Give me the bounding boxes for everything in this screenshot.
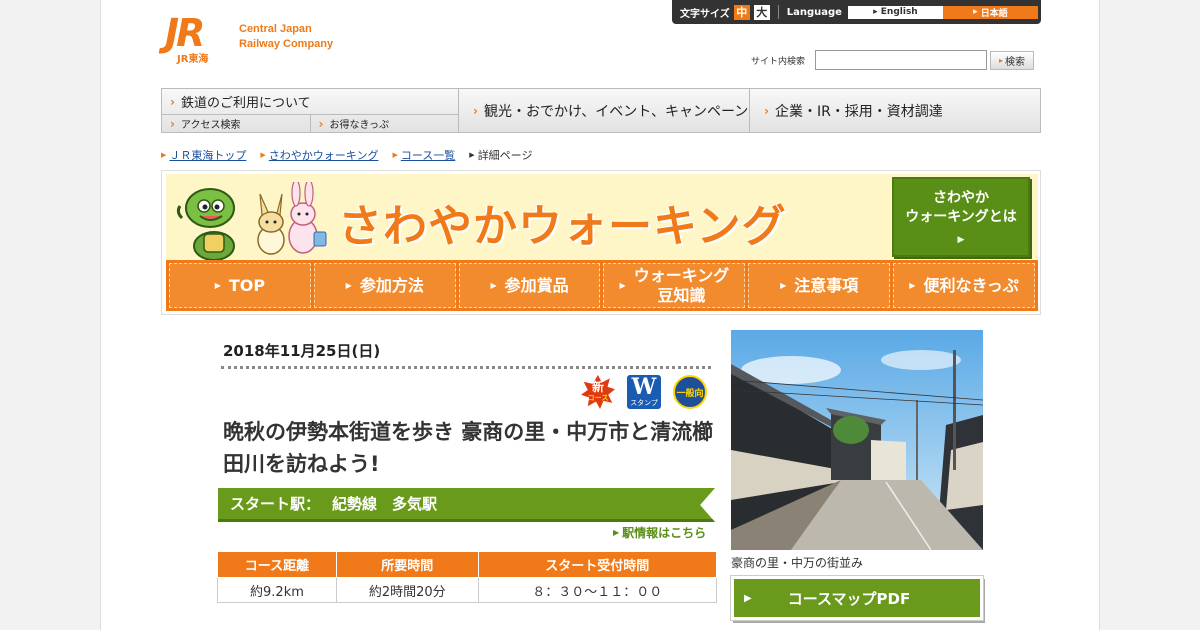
walking-banner: さわやかウォーキング さわやか ウォーキングとは ▶ ▶ TOP ▶ 参加方法 ▶ 参… xyxy=(161,170,1041,315)
table-row: 約9.2km 約2時間20分 ８：３０～１１：００ xyxy=(217,577,718,603)
start-station-bar: スタート駅： 紀勢線 多気駅 xyxy=(218,488,715,522)
walking-sub-nav: ▶ TOP ▶ 参加方法 ▶ 参加賞品 ▶ ウォーキング 豆知識 ▶ 注意事項 ▶ 便利なきっ… xyxy=(166,260,1038,311)
triangle-icon: ▸ xyxy=(999,55,1004,65)
font-size-large-button[interactable]: 大 xyxy=(753,4,770,20)
photo-caption: 豪商の里・中万の街並み xyxy=(731,556,864,570)
new-course-badge-icon: 新コース xyxy=(581,375,615,409)
mascot-characters-illustration xyxy=(176,182,327,261)
start-station-name: 紀勢線 多気駅 xyxy=(332,495,438,513)
gnav-rail-use[interactable]: › 鉄道のご利用について xyxy=(162,89,458,116)
snav-notes[interactable]: ▶ 注意事項 xyxy=(748,263,891,308)
townscape-photo xyxy=(731,330,983,550)
course-map-pdf-button[interactable]: ▶ コースマップPDF xyxy=(730,575,984,621)
table-header-row: コース距離 所要時間 スタート受付時間 xyxy=(217,551,718,578)
station-info-link[interactable]: ▶ 駅情報はこちら xyxy=(613,524,706,541)
language-japanese-button[interactable]: ▸ 日本語 xyxy=(942,5,1038,19)
chevron-right-icon: › xyxy=(170,116,175,131)
triangle-icon: ▶ xyxy=(214,280,221,290)
chevron-right-icon: › xyxy=(170,94,175,109)
gnav-tickets[interactable]: › お得なきっぷ xyxy=(309,115,459,132)
gnav-subs: › アクセス検索 › お得なきっぷ xyxy=(162,115,458,132)
page: JR JR東海 Central Japan Railway Company 文字… xyxy=(100,0,1100,630)
snav-how-to-join[interactable]: ▶ 参加方法 xyxy=(313,263,456,308)
course-badges: 新コース W スタンプ 一般向 xyxy=(581,375,707,409)
search-button[interactable]: ▸ 検索 xyxy=(990,50,1035,70)
jr-central-logo[interactable]: JR JR東海 Central Japan Railway Company xyxy=(165,11,334,65)
search-input[interactable] xyxy=(815,50,988,70)
gnav-corporate[interactable]: › 企業・IR・採用・資材調達 xyxy=(750,89,1040,132)
w-stamp-badge-icon: W スタンプ xyxy=(627,375,661,409)
search-label: サイト内検索 xyxy=(751,56,806,67)
font-size-label: 文字サイズ xyxy=(680,8,730,20)
chevron-right-icon: › xyxy=(473,103,478,118)
divider xyxy=(777,5,779,19)
language-english-button[interactable]: ▸ English xyxy=(847,5,943,19)
gnav-access-search[interactable]: › アクセス検索 xyxy=(162,115,310,132)
breadcrumb-item: ▶ さわやかウォーキング xyxy=(260,147,378,163)
breadcrumb: ▶ ＪＲ東海トップ ▶ さわやかウォーキング ▶ コース一覧 ▶ 詳細ページ xyxy=(161,147,532,163)
event-date: 2018年11月25日(日) xyxy=(223,342,381,360)
breadcrumb-link-jr-top[interactable]: ＪＲ東海トップ xyxy=(169,147,246,163)
table-header: コース距離 xyxy=(217,551,337,578)
triangle-icon: ▶ xyxy=(469,151,475,159)
triangle-icon: ▶ xyxy=(161,151,167,159)
font-size-medium-button[interactable]: 中 xyxy=(733,4,750,20)
course-title: 晩秋の伊勢本街道を歩き 豪商の里・中万市と清流櫛田川を訪ねよう! xyxy=(223,420,714,476)
about-walking-button[interactable]: さわやか ウォーキングとは ▶ xyxy=(892,177,1030,257)
triangle-icon: ▶ xyxy=(909,280,916,290)
breadcrumb-item: ▶ ＪＲ東海トップ xyxy=(161,147,246,163)
snav-walking-tips[interactable]: ▶ ウォーキング 豆知識 xyxy=(603,263,746,308)
table-header: 所要時間 xyxy=(335,551,479,578)
snav-walking-tips-label: ウォーキング 豆知識 xyxy=(633,265,730,305)
divider xyxy=(221,366,711,369)
course-distance: 約9.2km xyxy=(217,577,337,603)
triangle-icon: ▶ xyxy=(392,151,398,159)
breadcrumb-link-walking[interactable]: さわやかウォーキング xyxy=(269,147,379,163)
triangle-icon: ▶ xyxy=(345,280,352,290)
company-name: Central Japan Railway Company xyxy=(239,23,334,50)
global-nav: › 鉄道のご利用について › アクセス検索 › お得なきっぷ › 観光・おでかけ、イベン… xyxy=(161,88,1041,133)
start-station-label: スタート駅： xyxy=(230,495,321,513)
breadcrumb-item: ▶ コース一覧 xyxy=(392,147,455,163)
breadcrumb-link-course-list[interactable]: コース一覧 xyxy=(401,147,455,163)
course-duration: 約2時間20分 xyxy=(335,577,479,603)
snav-tickets[interactable]: ▶ 便利なきっぷ xyxy=(893,263,1035,308)
course-info-table: コース距離 所要時間 スタート受付時間 約9.2km 約2時間20分 ８：３０～… xyxy=(217,551,718,603)
snav-top[interactable]: ▶ TOP xyxy=(169,263,311,308)
walking-title: さわやかウォーキング xyxy=(338,201,787,252)
breadcrumb-current: 詳細ページ xyxy=(477,149,533,162)
jr-logo-mark: JR JR東海 xyxy=(165,11,209,65)
snav-prizes[interactable]: ▶ 参加賞品 xyxy=(458,263,601,308)
banner-header: さわやかウォーキング さわやか ウォーキングとは ▶ xyxy=(166,174,1038,261)
reception-time: ８：３０～１１：００ xyxy=(477,577,718,603)
table-header: スタート受付時間 xyxy=(477,551,718,578)
site-search: サイト内検索 ▸ 検索 xyxy=(751,50,1035,70)
general-audience-badge-icon: 一般向 xyxy=(673,375,707,409)
chevron-right-icon: › xyxy=(318,116,324,131)
utility-bar: 文字サイズ 中 大 Language ▸ English ▸ 日本語 xyxy=(672,0,1041,24)
chevron-right-icon: › xyxy=(764,103,769,118)
triangle-icon: ▶ xyxy=(260,151,266,159)
triangle-icon: ▶ xyxy=(490,280,497,290)
triangle-icon: ▶ xyxy=(957,235,965,245)
triangle-icon: ▶ xyxy=(780,280,787,290)
language-label: Language xyxy=(786,6,842,18)
gnav-rail-group: › 鉄道のご利用について › アクセス検索 › お得なきっぷ xyxy=(162,89,459,132)
triangle-icon: ▶ xyxy=(613,528,620,537)
gnav-tourism[interactable]: › 観光・おでかけ、イベント、キャンペーン xyxy=(459,89,750,132)
triangle-icon: ▶ xyxy=(744,592,752,604)
breadcrumb-item: ▶ 詳細ページ xyxy=(469,147,532,163)
triangle-icon: ▶ xyxy=(619,280,626,290)
